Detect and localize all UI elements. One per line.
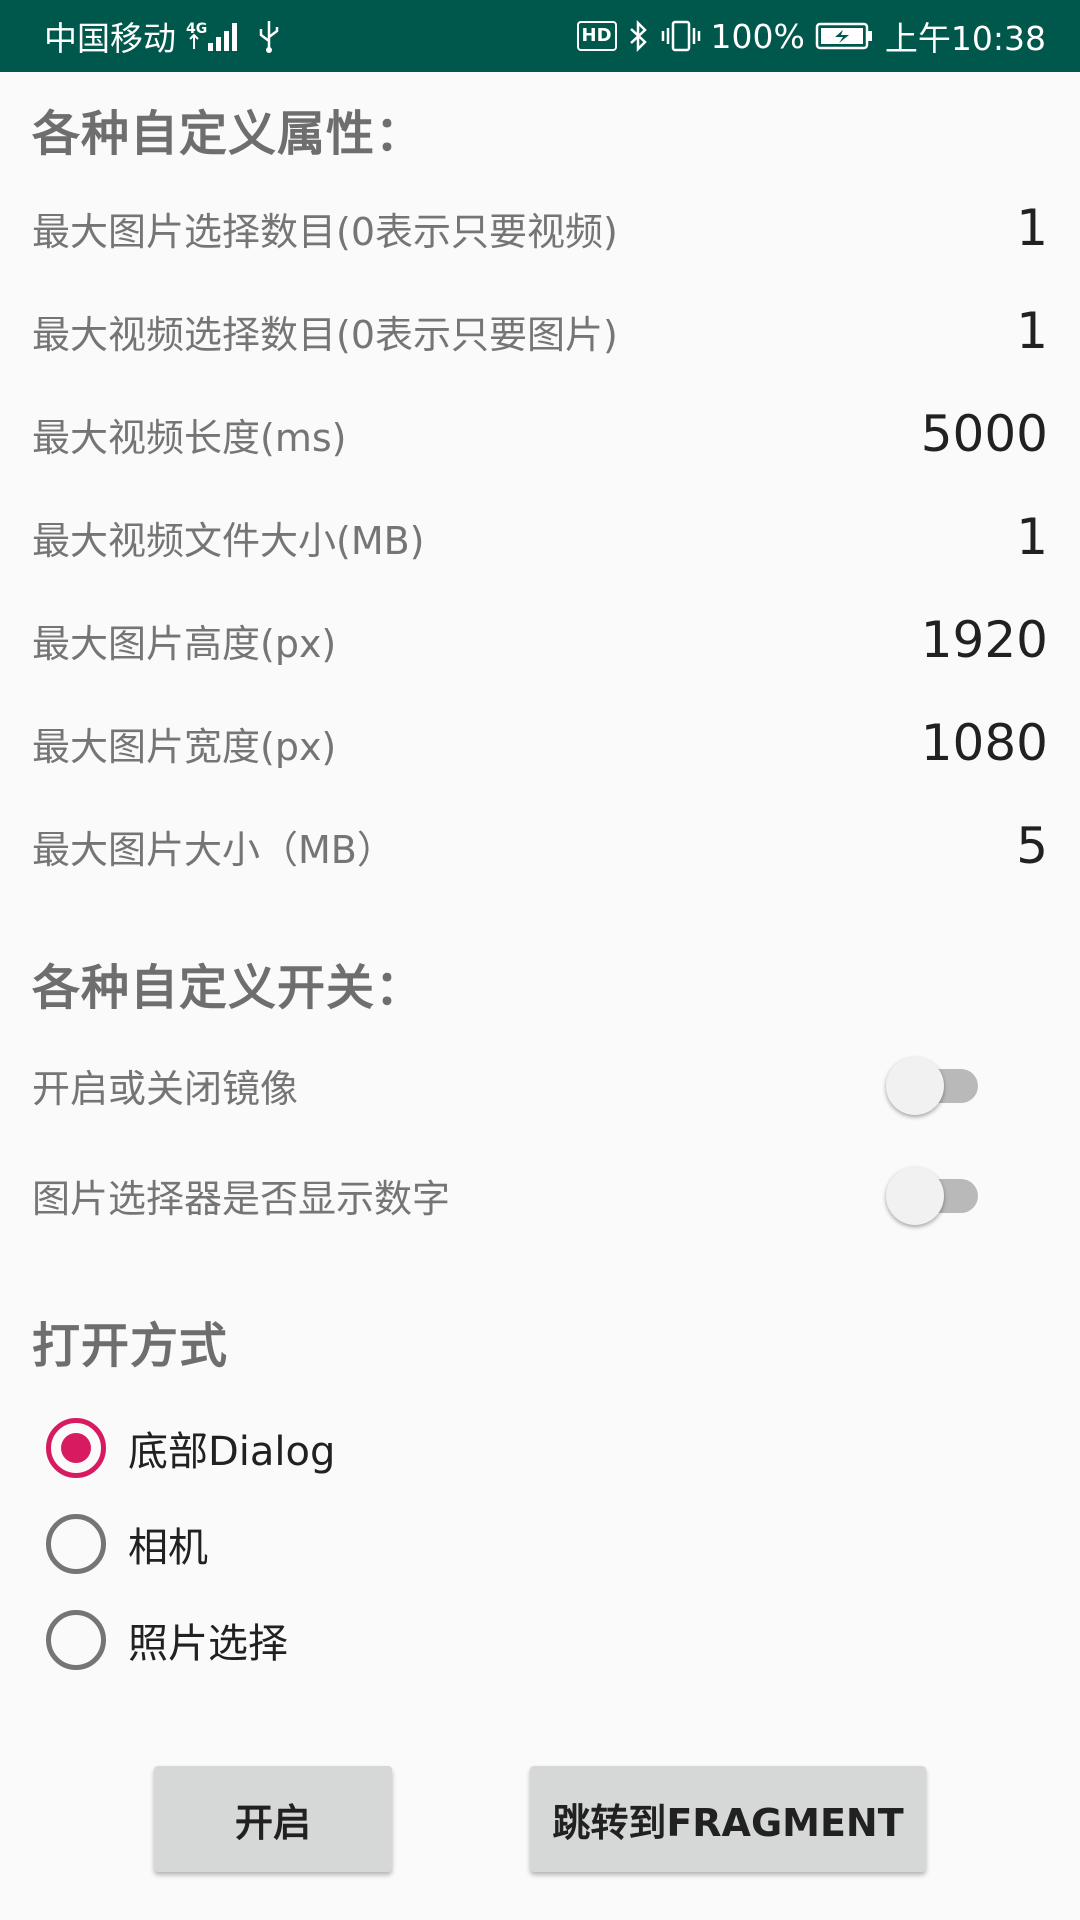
attribute-label: 最大图片大小（MB） [32,827,395,872]
status-bar-right: HD 100% 上午10:38 [576,12,1046,60]
attribute-value[interactable]: 1 [1016,508,1048,566]
attribute-label: 最大图片高度(px) [32,621,337,666]
usb-icon [256,19,282,53]
section-title-switches: 各种自定义开关： [32,960,425,1016]
attribute-value[interactable]: 5000 [921,405,1048,463]
start-button[interactable]: 开启 [154,1766,392,1872]
attribute-value[interactable]: 5 [1016,817,1048,875]
bluetooth-icon [627,19,651,53]
battery-percent: 100% [710,16,805,56]
attribute-row-max-image-size[interactable]: 最大图片大小（MB） 5 [32,806,1048,886]
attribute-row-max-image-width[interactable]: 最大图片宽度(px) 1080 [32,703,1048,783]
status-bar: 中国移动 4G HD 100% 上午10:38 [0,0,1080,72]
attribute-label: 最大图片宽度(px) [32,724,337,769]
attribute-row-max-video-count[interactable]: 最大视频选择数目(0表示只要图片) 1 [32,291,1048,371]
vibrate-icon [661,19,701,53]
attribute-row-max-video-size[interactable]: 最大视频文件大小(MB) 1 [32,497,1048,577]
attribute-label: 最大视频选择数目(0表示只要图片) [32,312,618,357]
radio-label: 底部Dialog [128,1429,336,1475]
radio-label: 相机 [128,1525,208,1571]
attribute-row-max-image-count[interactable]: 最大图片选择数目(0表示只要视频) 1 [32,188,1048,268]
show-number-toggle[interactable] [886,1165,982,1225]
radio-button-checked[interactable] [46,1418,106,1478]
switch-row-mirror: 开启或关闭镜像 [32,1045,1048,1125]
hd-icon: HD [576,21,617,51]
radio-option-photo-select[interactable]: 照片选择 [46,1600,288,1680]
battery-charging-icon [815,21,875,51]
section-title-attributes: 各种自定义属性： [32,106,425,162]
attribute-value[interactable]: 1920 [921,611,1048,669]
network-badge: 4G [186,21,207,37]
attribute-value[interactable]: 1 [1016,302,1048,360]
toggle-thumb [886,1057,944,1115]
jump-to-fragment-button[interactable]: 跳转到FRAGMENT [530,1766,926,1872]
switch-label: 开启或关闭镜像 [32,1066,299,1111]
attribute-label: 最大视频长度(ms) [32,415,347,460]
carrier-name: 中国移动 [44,19,176,58]
attribute-value[interactable]: 1 [1016,199,1048,257]
switch-row-show-number: 图片选择器是否显示数字 [32,1155,1048,1235]
attribute-label: 最大视频文件大小(MB) [32,518,425,563]
radio-option-bottom-dialog[interactable]: 底部Dialog [46,1408,335,1488]
radio-option-camera[interactable]: 相机 [46,1504,208,1584]
mirror-toggle[interactable] [886,1055,982,1115]
radio-button[interactable] [46,1610,106,1670]
attribute-row-max-image-height[interactable]: 最大图片高度(px) 1920 [32,600,1048,680]
attribute-row-max-video-length[interactable]: 最大视频长度(ms) 5000 [32,394,1048,474]
section-title-open-mode: 打开方式 [32,1318,229,1374]
signal-icon: 4G [186,19,246,53]
toggle-thumb [886,1167,944,1225]
radio-label: 照片选择 [128,1621,288,1667]
attribute-value[interactable]: 1080 [921,714,1048,772]
switch-label: 图片选择器是否显示数字 [32,1176,451,1221]
clock-time: 上午10:38 [884,19,1046,58]
status-bar-left: 中国移动 4G [44,12,282,60]
attribute-label: 最大图片选择数目(0表示只要视频) [32,209,618,254]
radio-button[interactable] [46,1514,106,1574]
